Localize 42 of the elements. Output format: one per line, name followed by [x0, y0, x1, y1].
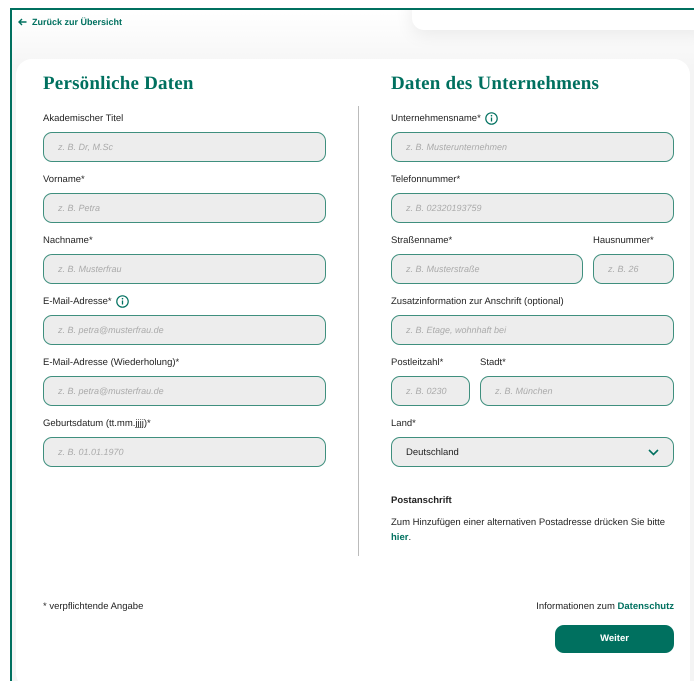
input-field[interactable]: z. B. 01.01.1970: [43, 437, 326, 467]
required-note: * verpflichtende Angabe: [43, 600, 144, 612]
input-field[interactable]: z. B. Petra: [43, 193, 326, 223]
input-field[interactable]: z. B. München: [480, 376, 674, 406]
arrow-left-icon: [18, 18, 27, 26]
section-title: Daten des Unternehmens: [391, 73, 600, 95]
privacy-link[interactable]: Datenschutz: [618, 600, 674, 612]
input-field[interactable]: z. B. 0230: [391, 376, 470, 406]
info-icon[interactable]: [484, 112, 498, 125]
input-field[interactable]: z. B. petra@musterfrau.de: [43, 376, 326, 406]
input-field[interactable]: z. B. Dr, M.Sc: [43, 132, 326, 162]
field-label: Zusatzinformation zur Anschrift (optional): [391, 296, 564, 307]
here-link[interactable]: hier: [391, 532, 408, 543]
field-label: Postleitzahl*: [391, 357, 444, 368]
back-link[interactable]: Zurück zur Übersicht: [18, 17, 122, 27]
field-label: E-Mail-Adresse*: [43, 296, 112, 307]
field-label: Land*: [391, 418, 416, 429]
input-field[interactable]: z. B. Etage, wohnhaft bei: [391, 315, 674, 345]
field-label: Vorname*: [43, 174, 85, 185]
input-field[interactable]: z. B. Musterstraße: [391, 254, 583, 284]
input-field[interactable]: z. B. 26: [593, 254, 674, 284]
next-button[interactable]: Weiter: [555, 624, 674, 652]
field-label: Telefonnummer*: [391, 174, 460, 185]
field-label: Akademischer Titel: [43, 113, 124, 124]
country-dropdown[interactable]: Deutschland: [391, 437, 674, 467]
field-label: Hausnummer*: [593, 235, 654, 246]
field-label: Geburtsdatum (tt.mm.jjjj)*: [43, 418, 151, 429]
postal-title: Postanschrift: [391, 495, 453, 506]
input-field[interactable]: z. B. 02320193759: [391, 193, 674, 223]
field-label: E-Mail-Adresse (Wiederholung)*: [43, 357, 180, 368]
field-label: Stadt*: [480, 357, 506, 368]
postal-text: Zum Hinzufügen einer alternativen Postadresse drücken Sie bitte hier.: [391, 516, 666, 545]
field-label: Unternehmensname*: [391, 113, 481, 124]
info-icon[interactable]: [116, 295, 129, 308]
section-title: Persönliche Daten: [43, 73, 195, 95]
input-field[interactable]: z. B. Musterfrau: [43, 254, 326, 284]
field-label: Nachname*: [43, 235, 93, 246]
field-label: Straßenname*: [391, 235, 452, 246]
chevron-down-icon: [648, 448, 659, 456]
input-field[interactable]: z. B. petra@musterfrau.de: [43, 315, 326, 345]
input-field[interactable]: z. B. Musterunternehmen: [391, 132, 674, 162]
privacy-text: Informationen zum Datenschutz: [536, 600, 674, 612]
